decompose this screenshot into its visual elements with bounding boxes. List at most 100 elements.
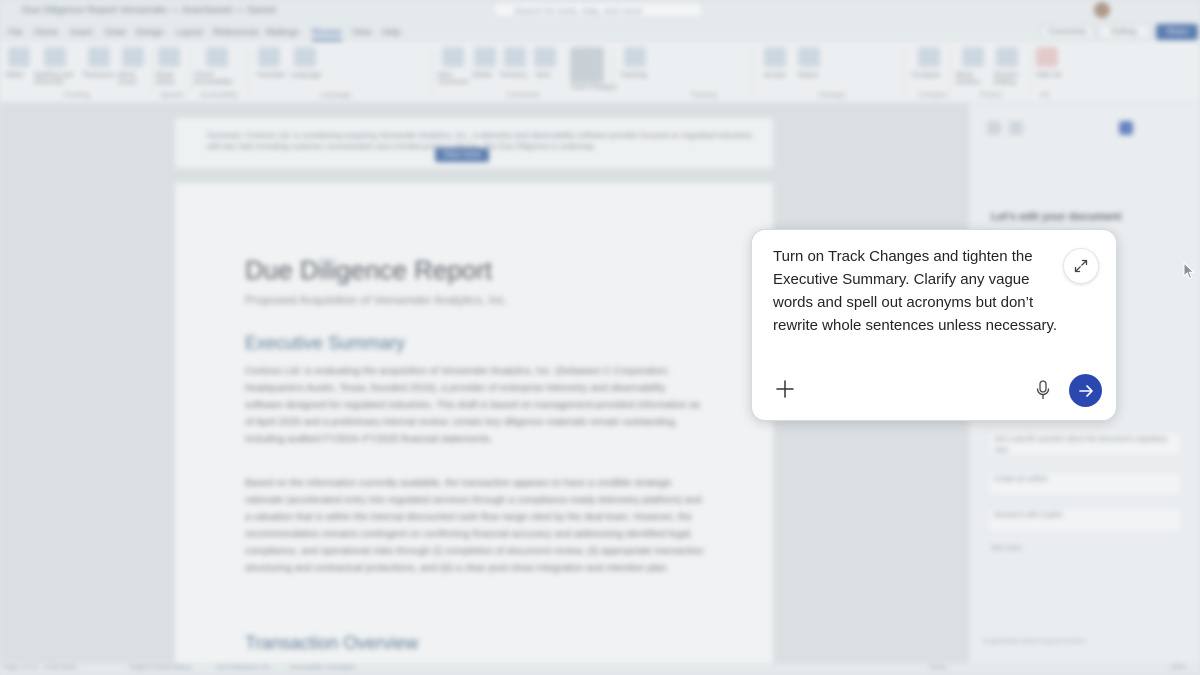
status-bar: Page 1 of 12 4,318 words English (United… [0, 663, 1200, 675]
avatar[interactable] [1094, 2, 1110, 18]
accessibility-status[interactable]: Accessibility: Investigate [290, 665, 355, 671]
ribbon-label: Check Accessibility [194, 72, 233, 86]
microphone-icon [1036, 380, 1050, 400]
view-more-button[interactable]: View more [435, 148, 489, 162]
see-more-link[interactable]: See more [991, 545, 1021, 552]
new-comment-icon[interactable] [442, 47, 464, 67]
ribbon-label: Reject [798, 72, 818, 79]
tab-review[interactable]: Review [312, 27, 342, 41]
ribbon-label: Read Aloud [156, 72, 174, 86]
tab-file[interactable]: File [8, 27, 23, 37]
group-label: Compare [918, 92, 947, 99]
predictions-status[interactable]: Text Predictions: On [216, 665, 270, 671]
ribbon-label: Delete [472, 72, 493, 79]
plus-icon [776, 380, 794, 398]
tab-design[interactable]: Design [136, 27, 164, 37]
word-count[interactable]: 4,318 words [44, 665, 77, 671]
editing-button[interactable]: Editing [1098, 24, 1150, 40]
compare-icon[interactable] [918, 47, 940, 67]
tab-references[interactable]: References [213, 27, 259, 37]
copilot-icon[interactable] [1119, 121, 1133, 135]
zoom-level[interactable]: 100% [1170, 665, 1185, 671]
divider [612, 48, 613, 96]
suggestion-card[interactable]: Research with Copilot [987, 507, 1183, 533]
track-changes-icon[interactable] [570, 47, 604, 83]
add-attachment-button[interactable] [772, 376, 798, 402]
delete-comment-icon[interactable] [474, 47, 496, 67]
page-count[interactable]: Page 1 of 12 [4, 665, 38, 671]
ribbon-label: Editor [6, 72, 25, 79]
ribbon-label: Track Changes [570, 84, 618, 91]
disclaimer: AI-generated content may be incorrect [983, 639, 1086, 645]
group-label: Accessibility [200, 92, 239, 99]
share-button[interactable]: Share [1156, 24, 1198, 40]
document-page[interactable]: Due Diligence Report Proposed Acquisitio… [175, 183, 773, 673]
block-authors-icon[interactable] [962, 47, 984, 67]
tab-mailings[interactable]: Mailings [266, 27, 299, 37]
spelling-icon[interactable] [44, 47, 66, 67]
paragraph: Based on the information currently avail… [245, 478, 704, 574]
ribbon-label: Restrict Editing [994, 72, 1018, 86]
pane-icon[interactable] [987, 121, 1001, 135]
divider [1030, 48, 1031, 96]
language-status[interactable]: English (United States) [130, 665, 191, 671]
group-label: Language [320, 92, 352, 99]
tab-home[interactable]: Home [34, 27, 58, 37]
tab-layout[interactable]: Layout [176, 27, 203, 37]
thesaurus-icon[interactable] [88, 47, 110, 67]
tab-insert[interactable]: Insert [70, 27, 93, 37]
copilot-prompt-box[interactable]: Turn on Track Changes and tighten the Ex… [751, 229, 1117, 421]
section-heading: Transaction Overview [245, 633, 419, 653]
expand-button[interactable] [1063, 248, 1099, 284]
divider [248, 48, 249, 96]
window-title: Due Diligence Report Vensender — AutoSav… [22, 5, 276, 16]
divider [432, 48, 433, 96]
tab-draw[interactable]: Draw [105, 27, 126, 37]
next-comment-icon[interactable] [534, 47, 556, 67]
tab-view[interactable]: View [352, 27, 371, 37]
hide-ink-icon[interactable] [1036, 47, 1058, 67]
group-label: Changes [818, 92, 847, 99]
ribbon-label: Compare [912, 72, 941, 79]
ribbon-label: Word Count [118, 72, 137, 86]
suggestion-card[interactable]: Ask a specific question about the docume… [987, 431, 1183, 457]
prompt-text[interactable]: Turn on Track Changes and tighten the Ex… [773, 245, 1061, 337]
restrict-editing-icon[interactable] [996, 47, 1018, 67]
editor-icon[interactable] [8, 47, 30, 67]
ribbon: Editor Spelling and Grammar Thesaurus Wo… [0, 42, 1200, 103]
read-aloud-icon[interactable] [158, 47, 180, 67]
tracking-icon[interactable] [624, 47, 646, 67]
document-subtitle: Proposed Acquisition of Vensender Analyt… [245, 293, 508, 307]
accept-icon[interactable] [764, 47, 786, 67]
ribbon-label: New Comment [438, 72, 469, 86]
expand-icon [1074, 259, 1088, 273]
comments-button[interactable]: Comments [1040, 24, 1094, 40]
group-label: Tracking [690, 92, 717, 99]
summary-banner: Summary: Contoso Ltd. is considering acq… [175, 118, 773, 168]
pane-icon[interactable] [1009, 121, 1023, 135]
focus-button[interactable]: Focus [930, 665, 946, 671]
section-heading: Executive Summary [245, 333, 406, 353]
group-label: Speech [160, 92, 184, 99]
ribbon-label: Accept [764, 72, 786, 79]
accessibility-icon[interactable] [206, 47, 228, 67]
ribbon-label: Thesaurus [82, 72, 116, 79]
group-label: Protect [980, 92, 1003, 99]
title-bar: Due Diligence Report Vensender — AutoSav… [0, 0, 1200, 22]
send-button[interactable] [1069, 374, 1102, 407]
tab-help[interactable]: Help [382, 27, 401, 37]
ribbon-label: Next [536, 72, 551, 79]
divider [904, 48, 905, 96]
suggestion-card[interactable]: Create an outline [987, 471, 1183, 497]
microphone-button[interactable] [1033, 379, 1053, 401]
language-icon[interactable] [294, 47, 316, 67]
reject-icon[interactable] [798, 47, 820, 67]
translate-icon[interactable] [258, 47, 280, 67]
word-count-icon[interactable] [122, 47, 144, 67]
group-label: Comments [506, 92, 540, 99]
ribbon-tabs: File Home Insert Draw Design Layout Refe… [0, 22, 1200, 42]
previous-comment-icon[interactable] [504, 47, 526, 67]
search-box[interactable]: Search for tools, help, and more [493, 2, 703, 18]
pane-heading: Let's edit your document [991, 211, 1122, 223]
ribbon-label: Tracking [620, 72, 647, 79]
